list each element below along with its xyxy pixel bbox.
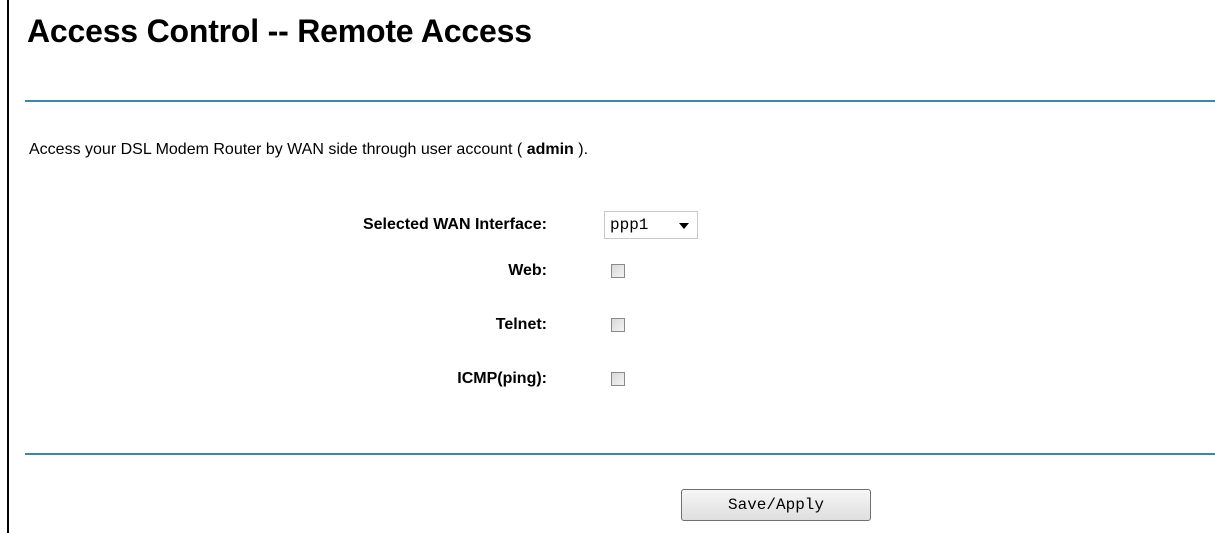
chevron-down-icon — [679, 223, 689, 229]
intro-text: Access your DSL Modem Router by WAN side… — [29, 141, 588, 159]
account-name: admin — [526, 141, 574, 158]
intro-prefix: Access your DSL Modem Router by WAN side… — [29, 141, 527, 158]
web-checkbox[interactable] — [611, 264, 625, 278]
intro-suffix: ). — [573, 141, 589, 158]
wan-interface-value: ppp1 — [610, 216, 649, 234]
telnet-label: Telnet: — [495, 316, 547, 333]
web-label: Web: — [508, 262, 547, 279]
icmp-label: ICMP(ping): — [457, 370, 547, 387]
top-divider — [25, 100, 1215, 102]
page-title: Access Control -- Remote Access — [27, 13, 532, 49]
telnet-checkbox[interactable] — [611, 318, 625, 332]
bottom-divider — [25, 453, 1215, 455]
wan-interface-select[interactable]: ppp1 — [604, 211, 698, 239]
icmp-checkbox[interactable] — [611, 372, 625, 386]
wan-interface-label: Selected WAN Interface: — [362, 216, 547, 233]
save-apply-button[interactable]: Save/Apply — [681, 489, 871, 521]
